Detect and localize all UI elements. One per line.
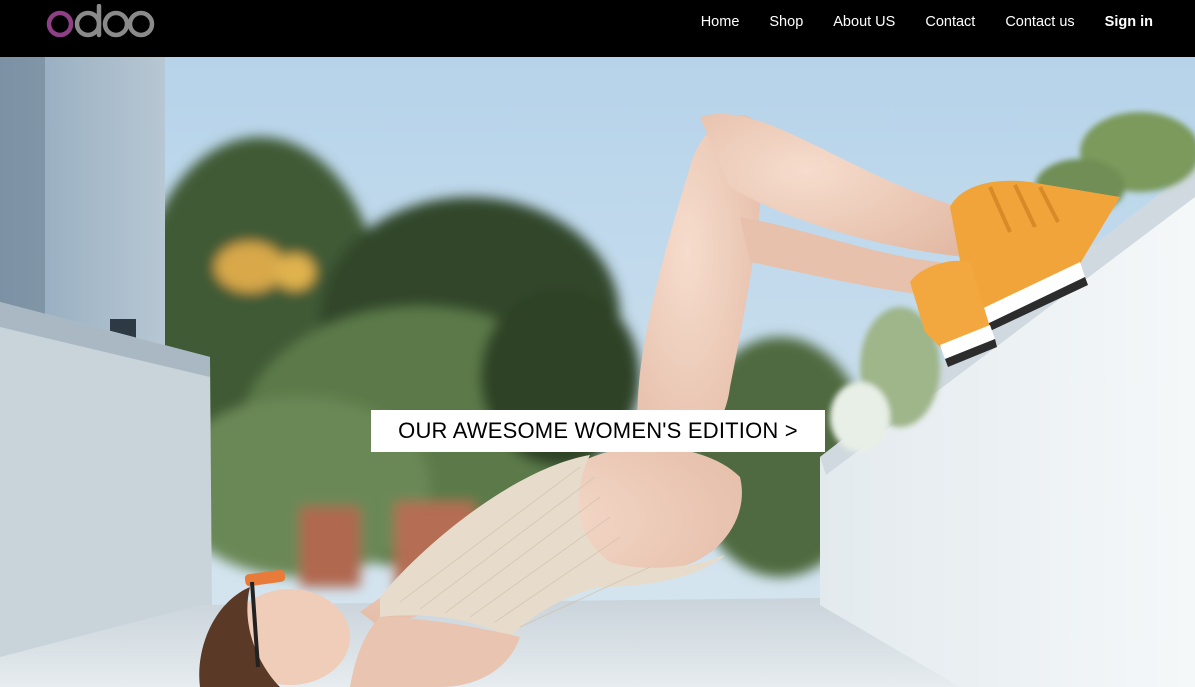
womens-edition-link[interactable]: OUR AWESOME WOMEN'S EDITION > bbox=[371, 410, 825, 452]
nav-contact[interactable]: Contact bbox=[910, 14, 990, 30]
nav-sign-in[interactable]: Sign in bbox=[1090, 14, 1153, 30]
hero-photo bbox=[0, 57, 1195, 687]
nav-contact-us[interactable]: Contact us bbox=[990, 14, 1089, 30]
odoo-logo[interactable] bbox=[46, 3, 156, 40]
nav-about-us[interactable]: About US bbox=[818, 14, 910, 30]
main-menu: Home Shop About US Contact Contact us Si… bbox=[686, 0, 1153, 44]
top-navbar: Home Shop About US Contact Contact us Si… bbox=[0, 0, 1195, 57]
odoo-logo-icon bbox=[46, 3, 155, 38]
hero-banner: OUR AWESOME WOMEN'S EDITION > bbox=[0, 57, 1195, 687]
nav-shop[interactable]: Shop bbox=[754, 14, 818, 30]
nav-home[interactable]: Home bbox=[686, 14, 755, 30]
